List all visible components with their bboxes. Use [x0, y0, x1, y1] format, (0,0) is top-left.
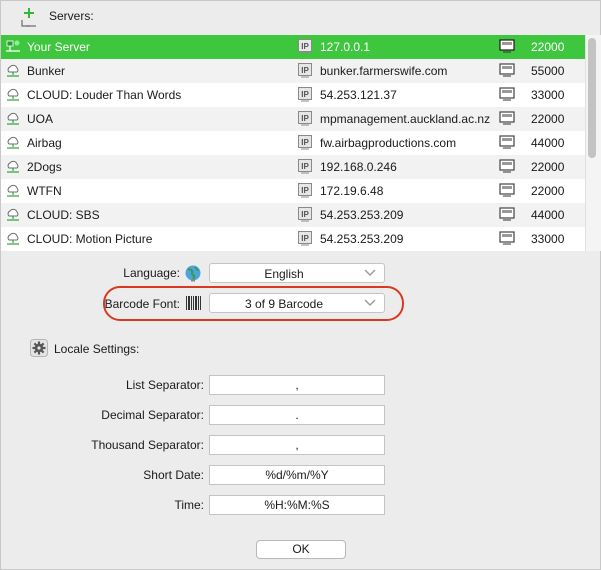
svg-text:IP: IP: [301, 66, 309, 75]
server-row[interactable]: 2Dogs IP 192.168.0.246 22000: [1, 155, 585, 179]
server-name: CLOUD: Motion Picture: [27, 232, 153, 246]
cloud-server-icon: [7, 88, 19, 101]
svg-text:IP: IP: [301, 162, 309, 171]
server-row[interactable]: Bunker IP bunker.farmerswife.com 55000: [1, 59, 585, 83]
cloud-server-icon: [7, 112, 19, 125]
ip-address-icon: IP: [298, 231, 312, 246]
svg-text:IP: IP: [301, 234, 309, 243]
chevron-down-icon: [364, 299, 376, 306]
network-port-icon: [499, 207, 515, 221]
chevron-down-icon: [364, 269, 376, 276]
ip-address-icon: IP: [298, 39, 312, 54]
ip-address-icon: IP: [298, 87, 312, 102]
network-port-icon: [499, 63, 515, 77]
server-row[interactable]: UOA IP mpmanagement.auckland.ac.nz 22000: [1, 107, 585, 131]
cloud-server-icon: [7, 64, 19, 77]
ip-address-icon: IP: [298, 111, 312, 126]
short-date-label: Short Date:: [143, 468, 204, 482]
server-ip: 127.0.0.1: [320, 40, 371, 54]
time-label: Time:: [174, 498, 204, 512]
server-port: 33000: [531, 88, 565, 102]
network-port-icon: [499, 135, 515, 149]
server-row[interactable]: Airbag IP fw.airbagproductions.com 44000: [1, 131, 585, 155]
server-name: CLOUD: SBS: [27, 208, 100, 222]
globe-icon: [185, 265, 201, 282]
cloud-server-icon: [7, 208, 19, 221]
ip-address-icon: IP: [298, 135, 312, 150]
decimal-separator-label: Decimal Separator:: [101, 408, 204, 422]
short-date-field[interactable]: %d/%m/%Y: [209, 465, 385, 485]
barcode-font-select[interactable]: 3 of 9 Barcode: [209, 293, 385, 313]
network-port-icon: [499, 39, 515, 53]
svg-text:IP: IP: [301, 114, 309, 123]
server-ip: fw.airbagproductions.com: [320, 136, 457, 150]
server-row[interactable]: WTFN IP 172.19.6.48 22000: [1, 179, 585, 203]
network-port-icon: [499, 111, 515, 125]
server-port: 44000: [531, 136, 565, 150]
cloud-server-icon: [7, 232, 19, 245]
server-port: 22000: [531, 184, 565, 198]
server-list-scroll-thumb[interactable]: [588, 38, 596, 158]
network-port-icon: [499, 87, 515, 101]
server-ip: mpmanagement.auckland.ac.nz: [320, 112, 491, 126]
server-port: 44000: [531, 208, 565, 222]
server-row[interactable]: CLOUD: SBS IP 54.253.253.209 44000: [1, 203, 585, 227]
svg-text:IP: IP: [301, 186, 309, 195]
server-ip: 54.253.253.209: [320, 232, 404, 246]
server-name: Your Server: [27, 40, 90, 54]
server-name: UOA: [27, 112, 54, 126]
server-name: CLOUD: Louder Than Words: [27, 88, 182, 102]
server-name: WTFN: [27, 184, 62, 198]
add-server-icon[interactable]: [20, 6, 42, 28]
language-label: Language:: [123, 266, 180, 280]
svg-text:IP: IP: [301, 90, 309, 99]
local-server-icon: [6, 40, 20, 52]
server-name: Airbag: [27, 136, 62, 150]
list-separator-label: List Separator:: [125, 378, 204, 392]
server-row[interactable]: CLOUD: Motion Picture IP 54.253.253.209 330…: [1, 227, 585, 251]
cloud-server-icon: [7, 160, 19, 173]
network-port-icon: [499, 231, 515, 245]
gear-icon: [30, 339, 48, 357]
server-list[interactable]: Your Server IP 127.0.0.1 22000 Bunker IP bunke…: [1, 35, 585, 251]
server-name: Bunker: [27, 64, 66, 78]
decimal-separator-field[interactable]: .: [209, 405, 385, 425]
barcode-font-label: Barcode Font:: [104, 297, 180, 311]
server-ip: 54.253.121.37: [320, 88, 397, 102]
ok-button[interactable]: OK: [256, 540, 346, 559]
ip-address-icon: IP: [298, 159, 312, 174]
ip-address-icon: IP: [298, 63, 312, 78]
svg-text:IP: IP: [301, 42, 309, 51]
server-row[interactable]: Your Server IP 127.0.0.1 22000: [1, 35, 585, 59]
locale-settings-label: Locale Settings:: [54, 342, 140, 356]
network-port-icon: [499, 159, 515, 173]
barcode-icon: [186, 296, 201, 310]
server-ip: 54.253.253.209: [320, 208, 404, 222]
server-port: 22000: [531, 160, 565, 174]
cloud-server-icon: [7, 136, 19, 149]
thousand-separator-label: Thousand Separator:: [91, 438, 204, 452]
language-value: English: [264, 267, 304, 281]
ip-address-icon: IP: [298, 183, 312, 198]
server-ip: 192.168.0.246: [320, 160, 397, 174]
svg-text:IP: IP: [301, 210, 309, 219]
thousand-separator-field[interactable]: ,: [209, 435, 385, 455]
server-port: 33000: [531, 232, 565, 246]
server-ip: 172.19.6.48: [320, 184, 384, 198]
barcode-font-value: 3 of 9 Barcode: [244, 297, 324, 311]
servers-label: Servers:: [49, 9, 94, 23]
server-port: 22000: [531, 112, 565, 126]
server-row[interactable]: CLOUD: Louder Than Words IP 54.253.121.37 3…: [1, 83, 585, 107]
server-ip: bunker.farmerswife.com: [320, 64, 448, 78]
time-field[interactable]: %H:%M:%S: [209, 495, 385, 515]
cloud-server-icon: [7, 184, 19, 197]
server-port: 55000: [531, 64, 565, 78]
server-name: 2Dogs: [27, 160, 62, 174]
ip-address-icon: IP: [298, 207, 312, 222]
svg-text:IP: IP: [301, 138, 309, 147]
server-port: 22000: [531, 40, 565, 54]
network-port-icon: [499, 183, 515, 197]
list-separator-field[interactable]: ,: [209, 375, 385, 395]
language-select[interactable]: English: [209, 263, 385, 283]
